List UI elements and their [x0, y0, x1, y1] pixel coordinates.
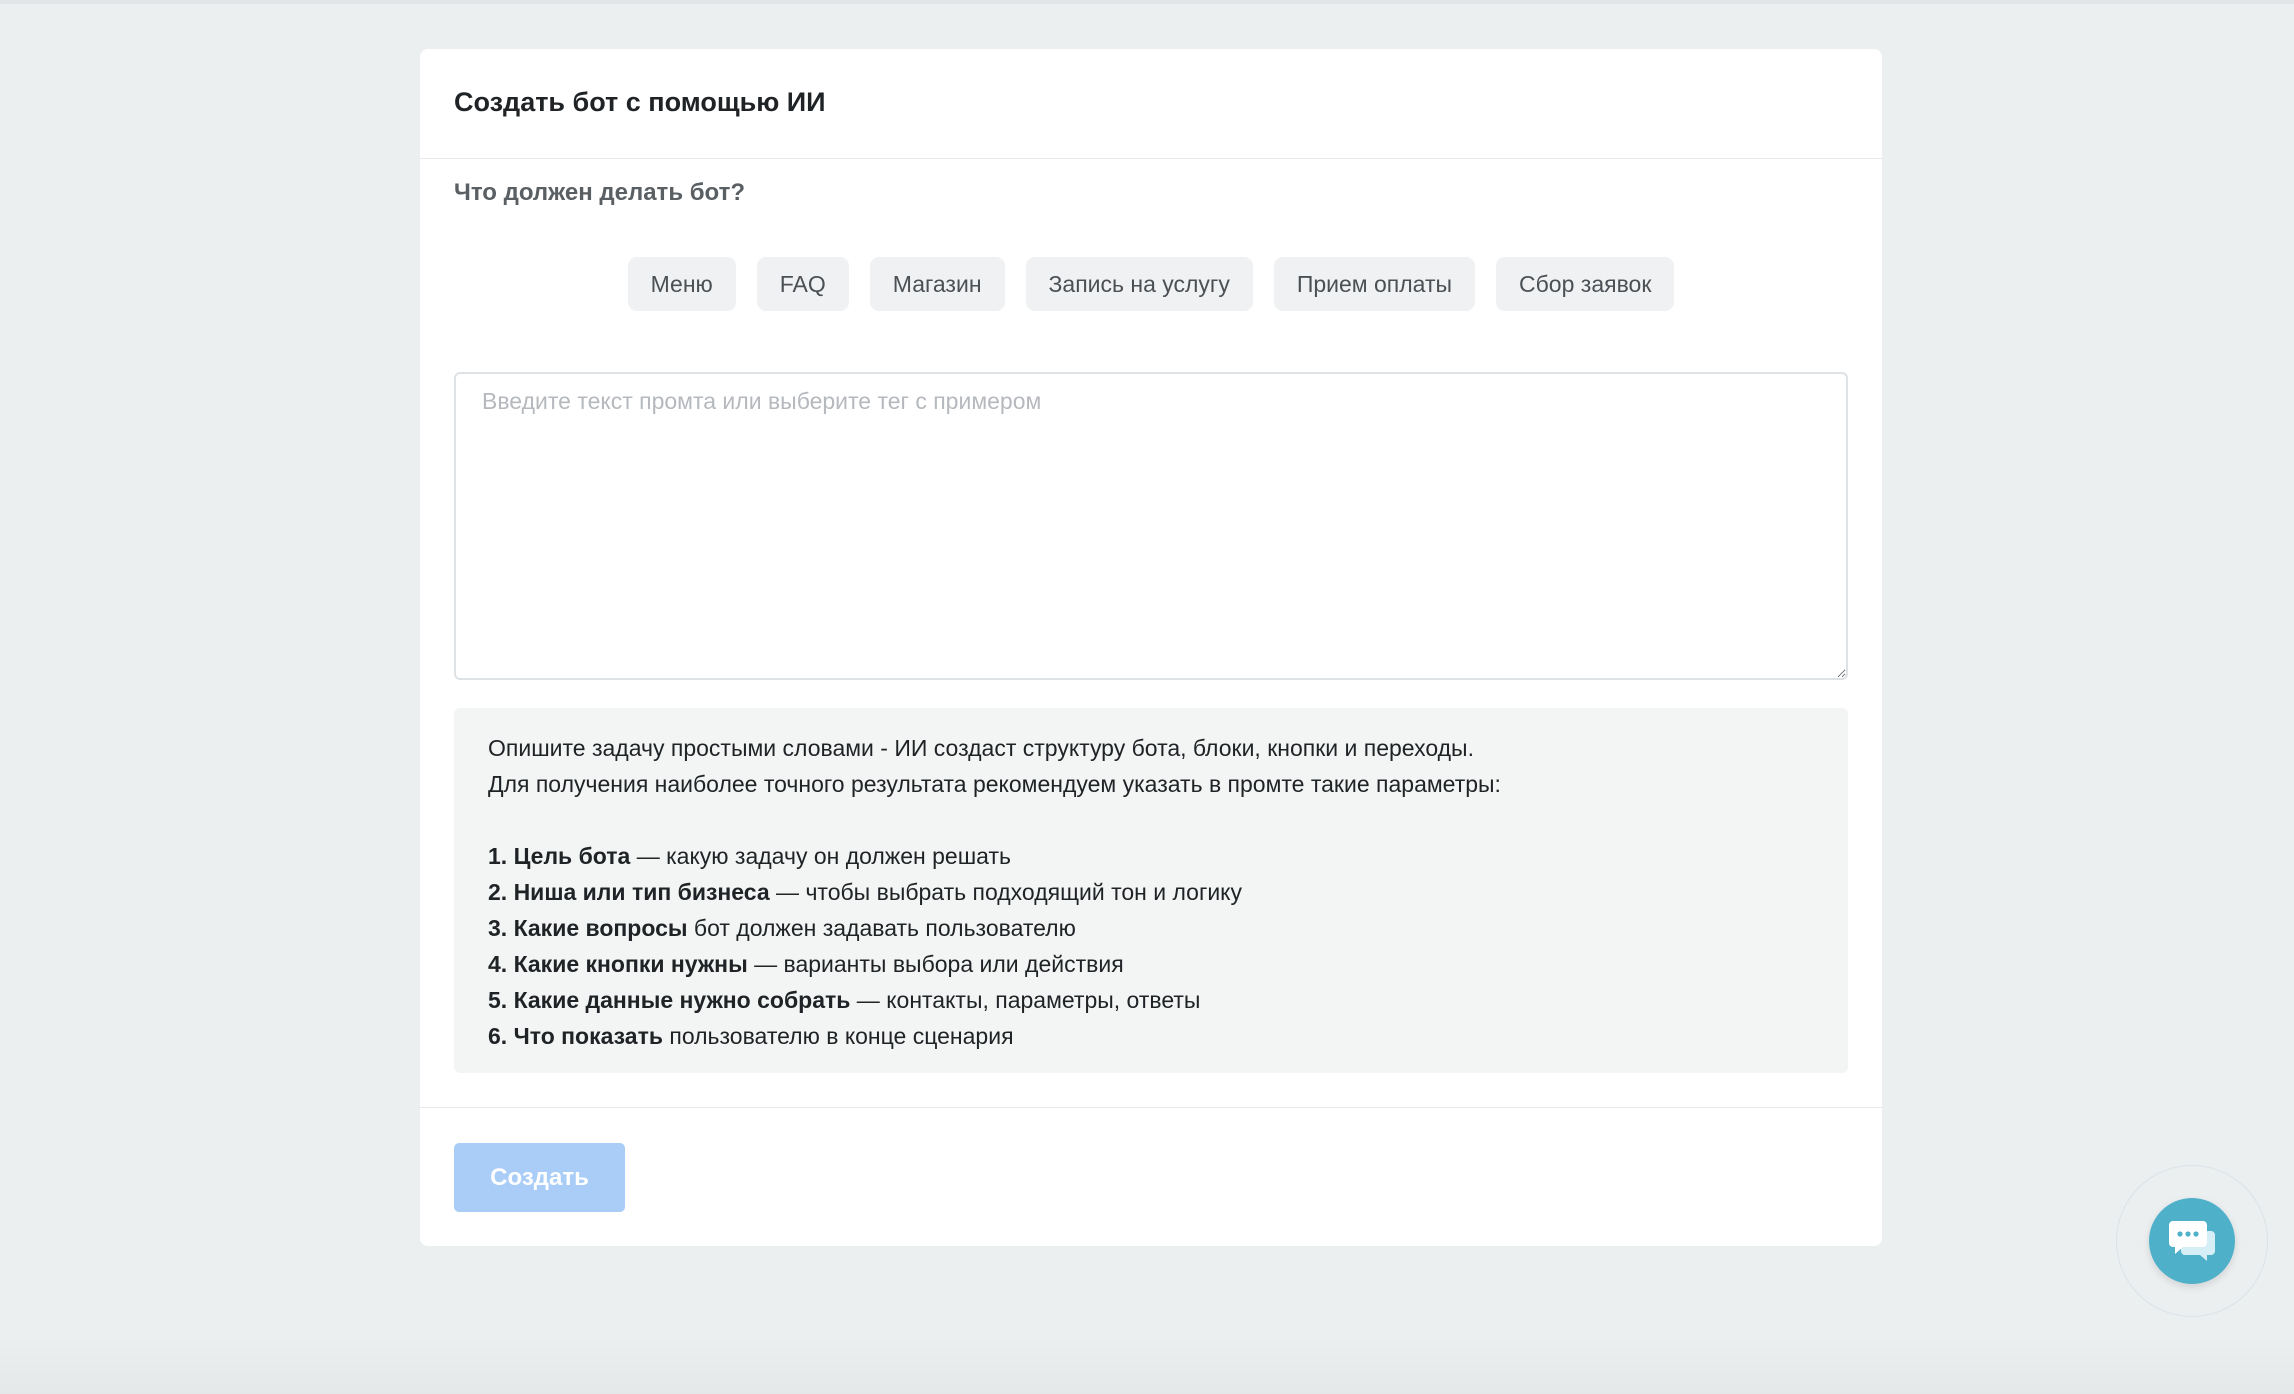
- hint-item-questions: 3. Какие вопросы бот должен задавать пол…: [488, 915, 1076, 941]
- bottom-shade: [0, 1334, 2294, 1394]
- create-button[interactable]: Создать: [454, 1143, 625, 1212]
- chat-button[interactable]: [2149, 1198, 2235, 1284]
- top-border: [0, 0, 2294, 4]
- tag-menu[interactable]: Меню: [627, 257, 736, 311]
- hint-item-data: 5. Какие данные нужно собрать — контакты…: [488, 987, 1201, 1013]
- card-header: Создать бот с помощью ИИ: [420, 49, 1882, 159]
- tag-shop[interactable]: Магазин: [869, 257, 1005, 311]
- example-tags: Меню FAQ Магазин Запись на услугу Прием …: [420, 257, 1882, 311]
- hint-item-niche: 2. Ниша или тип бизнеса — чтобы выбрать …: [488, 879, 1243, 905]
- card-title: Создать бот с помощью ИИ: [454, 86, 826, 117]
- footer-divider: [420, 1107, 1882, 1108]
- chat-widget[interactable]: [2116, 1165, 2268, 1317]
- create-bot-card: Создать бот с помощью ИИ Что должен дела…: [420, 49, 1882, 1246]
- hint-intro: Опишите задачу простыми словами - ИИ соз…: [488, 735, 1474, 761]
- tag-faq[interactable]: FAQ: [756, 257, 849, 311]
- tag-leads[interactable]: Сбор заявок: [1496, 257, 1675, 311]
- bot-purpose-question: Что должен делать бот?: [454, 179, 746, 206]
- prompt-textarea[interactable]: [454, 372, 1848, 680]
- prompt-hint-box: Опишите задачу простыми словами - ИИ соз…: [454, 708, 1848, 1073]
- tag-booking[interactable]: Запись на услугу: [1025, 257, 1253, 311]
- chat-bubbles-icon: [2169, 1221, 2215, 1261]
- hint-recommendation: Для получения наиболее точного результат…: [488, 771, 1501, 797]
- hint-item-goal: 1. Цель бота — какую задачу он должен ре…: [488, 843, 1011, 869]
- tag-payment[interactable]: Прием оплаты: [1273, 257, 1476, 311]
- hint-item-buttons: 4. Какие кнопки нужны — варианты выбора …: [488, 951, 1124, 977]
- hint-item-result: 6. Что показать пользователю в конце сце…: [488, 1023, 1014, 1049]
